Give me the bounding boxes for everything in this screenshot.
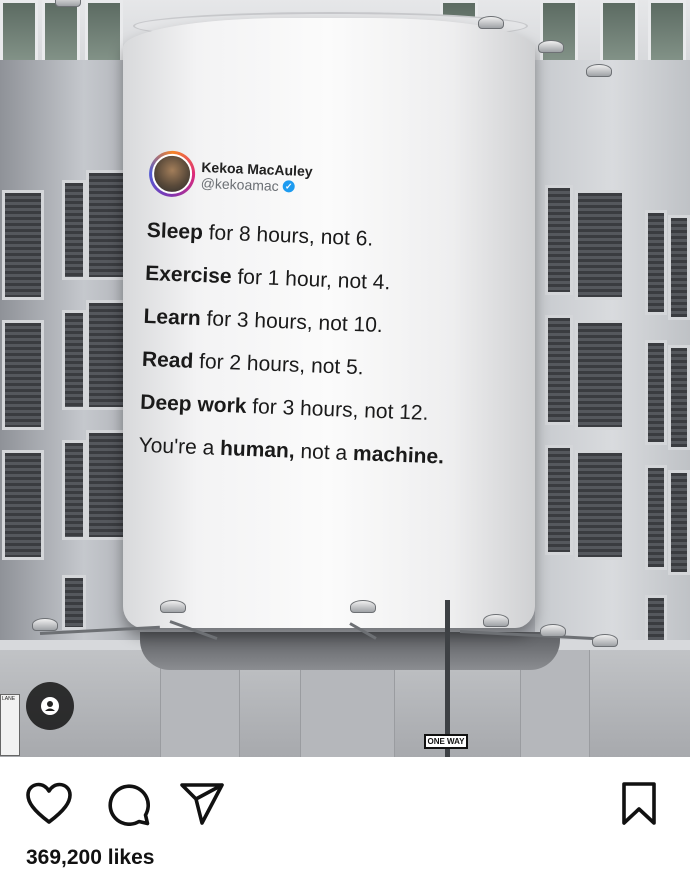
vent: [645, 210, 667, 315]
share-button[interactable]: [176, 778, 228, 830]
floodlight: [160, 600, 186, 613]
floodlight: [55, 0, 81, 7]
post-image[interactable]: Kekoa MacAuley @kekoamac ✓ Sleep for 8 h…: [0, 0, 690, 757]
floodlight: [586, 64, 612, 77]
floodlight: [540, 624, 566, 637]
like-button[interactable]: [23, 778, 75, 830]
tweet-line: Exercise for 1 hour, not 4.: [144, 261, 391, 295]
tweet-line: Sleep for 8 hours, not 6.: [146, 218, 374, 251]
vent: [62, 575, 86, 630]
tweet-line: Deep work for 3 hours, not 12.: [139, 390, 429, 425]
user-tag-icon: [41, 697, 59, 715]
vent: [545, 185, 573, 295]
tweet-line-last: You're a human, not a machine.: [138, 433, 445, 469]
one-way-sign: ONE WAY: [424, 734, 468, 749]
floodlight: [478, 16, 504, 29]
tweet-avatar: [148, 150, 196, 198]
vent: [575, 190, 625, 300]
like-count[interactable]: 369,200 likes: [26, 846, 154, 870]
vent: [2, 190, 44, 300]
vent: [575, 450, 625, 560]
billboard-shadow: [140, 632, 560, 670]
floodlight: [32, 618, 58, 631]
floodlight: [350, 600, 376, 613]
vent: [62, 180, 86, 280]
vent: [545, 315, 573, 425]
comment-icon: [108, 784, 151, 827]
vent: [645, 465, 667, 570]
vent: [62, 310, 86, 410]
vent: [86, 170, 126, 280]
billboard-tweet: Kekoa MacAuley @kekoamac ✓ Sleep for 8 h…: [137, 150, 509, 492]
tweet-line: Learn for 3 hours, not 10.: [143, 304, 384, 338]
floodlight: [538, 40, 564, 53]
verified-badge-icon: ✓: [282, 180, 295, 193]
vent: [2, 450, 44, 560]
tweet-author-handle: @kekoamac: [200, 174, 280, 194]
vent: [645, 595, 667, 645]
vent: [645, 340, 667, 445]
floodlight: [592, 634, 618, 647]
vent: [86, 300, 126, 410]
vent: [62, 440, 86, 540]
tweet-body: Sleep for 8 hours, not 6. Exercise for 1…: [138, 218, 507, 471]
user-tags-button[interactable]: [26, 682, 74, 730]
floodlight: [483, 614, 509, 627]
send-icon: [180, 783, 224, 825]
bookmark-icon: [622, 782, 656, 825]
tweet-line: Read for 2 hours, not 5.: [141, 347, 365, 380]
vent: [575, 320, 625, 430]
vent: [668, 215, 690, 320]
vent: [86, 430, 126, 540]
vent: [668, 470, 690, 575]
comment-button[interactable]: [102, 778, 154, 830]
vent: [2, 320, 44, 430]
vent: [545, 445, 573, 555]
save-button[interactable]: [613, 778, 665, 830]
heart-icon: [26, 782, 72, 824]
post-action-bar: [0, 770, 690, 834]
vent: [668, 345, 690, 450]
lane-sign: LANE: [0, 694, 20, 756]
